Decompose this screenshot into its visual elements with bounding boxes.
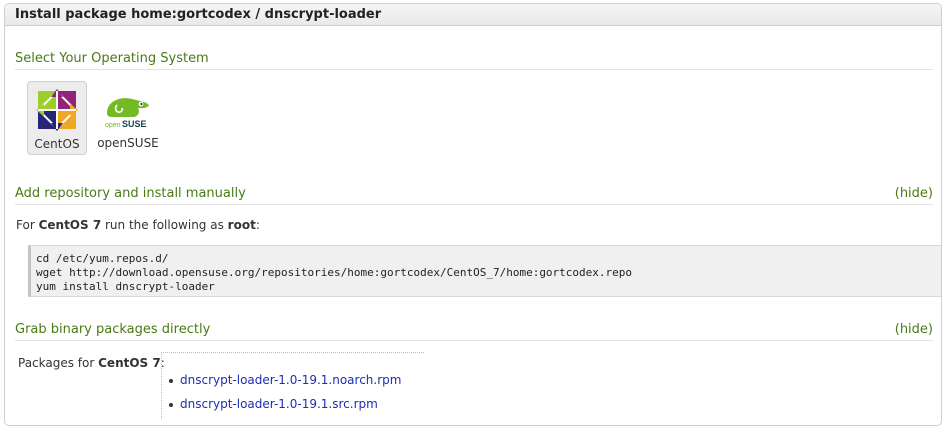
- bullet-icon: [169, 403, 173, 407]
- instr-prefix: For: [16, 218, 39, 232]
- bullet-icon: [169, 379, 173, 383]
- os-item-opensuse[interactable]: open SUSE openSUSE: [97, 81, 159, 155]
- opensuse-logo-icon: open SUSE: [101, 98, 155, 134]
- install-commands-code[interactable]: cd /etc/yum.repos.d/ wget http://downloa…: [28, 245, 941, 297]
- install-panel: Install package home:gortcodex / dnscryp…: [4, 3, 942, 426]
- binary-section-title: Grab binary packages directly (hide): [15, 322, 933, 341]
- panel-title: Install package home:gortcodex / dnscryp…: [5, 4, 941, 26]
- repo-section-title: Add repository and install manually (hid…: [15, 186, 933, 205]
- binary-hide-link[interactable]: (hide): [895, 322, 933, 337]
- repo-hide-link[interactable]: (hide): [895, 186, 933, 201]
- instr-os: CentOS 7: [38, 218, 102, 232]
- svg-text:open: open: [105, 122, 121, 129]
- binary-section-title-text: Grab binary packages directly: [15, 322, 211, 337]
- os-label-opensuse: openSUSE: [97, 136, 159, 150]
- os-item-centos[interactable]: CentOS: [27, 81, 87, 155]
- package-item: dnscrypt-loader-1.0-19.1.src.rpm: [169, 397, 378, 411]
- package-link-noarch[interactable]: dnscrypt-loader-1.0-19.1.noarch.rpm: [180, 373, 401, 387]
- packages-label: Packages for CentOS 7:: [18, 356, 165, 370]
- instr-middle: run the following as: [101, 218, 228, 232]
- package-list: dnscrypt-loader-1.0-19.1.noarch.rpm dnsc…: [161, 352, 424, 419]
- packages-os: CentOS 7: [98, 356, 161, 370]
- package-link-src[interactable]: dnscrypt-loader-1.0-19.1.src.rpm: [180, 397, 378, 411]
- os-list: CentOS open SUSE openSUSE: [27, 81, 159, 155]
- os-label-centos: CentOS: [34, 137, 80, 151]
- instr-user: root: [227, 218, 256, 232]
- package-item: dnscrypt-loader-1.0-19.1.noarch.rpm: [169, 373, 401, 387]
- instr-suffix: :: [255, 218, 260, 232]
- centos-logo-icon: [35, 89, 79, 135]
- svg-text:SUSE: SUSE: [122, 119, 147, 129]
- repo-section-title-text: Add repository and install manually: [15, 186, 246, 201]
- os-section-title: Select Your Operating System: [15, 51, 933, 70]
- repo-instructions: For CentOS 7 run the following as root:: [16, 218, 260, 232]
- packages-prefix: Packages for: [18, 356, 99, 370]
- os-section-title-text: Select Your Operating System: [15, 51, 209, 66]
